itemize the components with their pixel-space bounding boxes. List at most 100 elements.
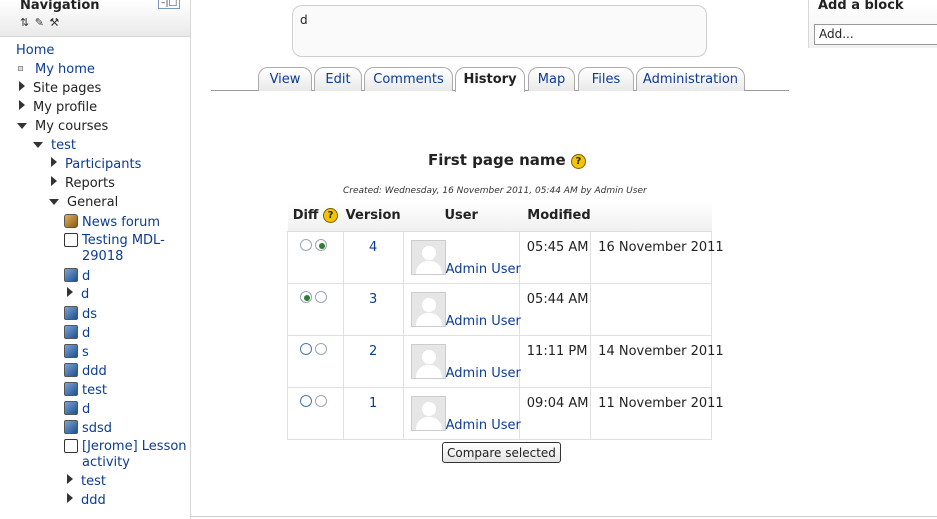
expand-arrow-icon[interactable]	[67, 493, 73, 503]
expand-arrow-icon[interactable]	[67, 287, 73, 297]
navigation-block: Navigation ⇅ ✎ ⚒ –|□ Home My home Site p…	[0, 0, 191, 519]
nav-home[interactable]: Home	[16, 43, 54, 60]
version-link[interactable]: 2	[344, 344, 403, 359]
nav-activity-sdsd[interactable]: sdsd	[64, 420, 112, 437]
activity-link[interactable]: Testing MDL-29018	[82, 233, 190, 265]
diff-from-radio[interactable]	[300, 342, 312, 355]
user-link[interactable]: Admin User	[446, 262, 521, 277]
expand-arrow-icon[interactable]	[51, 176, 57, 186]
nav-my-profile[interactable]: My profile	[19, 100, 97, 117]
user-link[interactable]: Admin User	[446, 366, 521, 381]
avatar[interactable]	[410, 291, 446, 327]
tab-files[interactable]: Files	[578, 67, 634, 91]
activity-link[interactable]: d	[82, 402, 90, 417]
tab-comments[interactable]: Comments	[364, 67, 453, 91]
nav-participants-link[interactable]: Participants	[65, 157, 141, 172]
nav-activity-ddd-expand[interactable]: ddd	[67, 493, 106, 510]
user-link[interactable]: Admin User	[446, 418, 521, 433]
diff-to-radio[interactable]	[315, 394, 327, 407]
nav-activity-d2[interactable]: d	[64, 325, 90, 342]
nav-course[interactable]: test	[33, 138, 76, 155]
nav-site-pages[interactable]: Site pages	[19, 81, 101, 98]
user-link[interactable]: Admin User	[446, 314, 521, 329]
activity-link[interactable]: sdsd	[82, 421, 112, 436]
nav-reports[interactable]: Reports	[51, 176, 115, 193]
history-header-row: Diff ? Version User Modified	[287, 200, 712, 232]
lesson-icon	[64, 233, 78, 247]
activity-link[interactable]: News forum	[82, 215, 160, 230]
tab-view[interactable]: View	[258, 67, 312, 91]
expand-arrow-icon[interactable]	[19, 100, 25, 110]
add-block-select[interactable]: Add...	[814, 24, 937, 45]
nav-home-link[interactable]: Home	[16, 43, 54, 58]
expand-arrow-icon[interactable]	[51, 157, 57, 167]
nav-activity-ddd[interactable]: ddd	[64, 363, 107, 380]
avatar[interactable]	[410, 239, 446, 275]
collapse-block-icon[interactable]: –|□	[158, 0, 180, 9]
activity-link[interactable]: ddd	[81, 493, 106, 508]
tab-history[interactable]: History	[455, 67, 525, 92]
version-link[interactable]: 4	[344, 240, 403, 255]
tab-map[interactable]: Map	[528, 67, 575, 91]
nav-activity-news-forum[interactable]: News forum	[64, 214, 160, 231]
date-cell	[590, 282, 712, 336]
avatar[interactable]	[410, 395, 446, 431]
nav-site-pages-label: Site pages	[33, 81, 102, 96]
collapse-arrow-icon[interactable]	[17, 123, 27, 129]
compare-selected-button[interactable]: Compare selected	[442, 442, 561, 463]
nav-activity-lesson[interactable]: [Jerome] Lesson activity	[64, 439, 190, 473]
activity-link[interactable]: s	[82, 345, 89, 360]
diff-from-radio[interactable]	[300, 290, 312, 303]
user-cell: Admin User	[402, 230, 521, 284]
nav-participants[interactable]: Participants	[51, 157, 141, 174]
tab-edit[interactable]: Edit	[314, 67, 362, 91]
activity-link[interactable]: ddd	[82, 364, 107, 379]
page-icon	[64, 268, 78, 282]
nav-my-home[interactable]: My home	[18, 62, 95, 79]
tab-administration[interactable]: Administration	[636, 67, 745, 91]
diff-cell	[287, 334, 344, 388]
nav-activity-test[interactable]: test	[64, 382, 107, 399]
version-link[interactable]: 1	[344, 396, 403, 411]
help-icon[interactable]: ?	[323, 207, 338, 223]
nav-activity-test-expand[interactable]: test	[67, 474, 106, 491]
diff-to-radio[interactable]	[315, 238, 327, 251]
diff-from-radio[interactable]	[300, 394, 312, 407]
time-text: 11:11 PM	[526, 343, 588, 359]
add-block-title: Add a block	[818, 0, 904, 13]
activity-link[interactable]: d	[82, 269, 90, 284]
expand-arrow-icon[interactable]	[67, 474, 73, 484]
diff-to-radio[interactable]	[315, 342, 327, 355]
version-cell: 1	[342, 386, 404, 440]
add-block-panel: Add a block Add...	[808, 0, 937, 48]
block-move-icons[interactable]: ⇅ ✎ ⚒	[20, 16, 60, 29]
activity-link[interactable]: test	[82, 383, 107, 398]
nav-course-link[interactable]: test	[51, 138, 76, 153]
activity-link[interactable]: test	[81, 474, 106, 489]
nav-general[interactable]: General	[49, 195, 118, 212]
nav-my-home-link[interactable]: My home	[35, 62, 95, 77]
collapse-arrow-icon[interactable]	[49, 199, 59, 205]
activity-link[interactable]: d	[81, 287, 89, 302]
column-diff-label: Diff	[292, 207, 319, 223]
nav-activity-d[interactable]: d	[64, 268, 90, 285]
nav-activity-ds[interactable]: ds	[64, 306, 97, 323]
activity-link[interactable]: ds	[82, 307, 97, 322]
nav-activity-testing[interactable]: Testing MDL-29018	[64, 233, 190, 267]
page-title-text: First page name	[428, 151, 566, 169]
page-icon	[64, 401, 78, 415]
collapse-arrow-icon[interactable]	[33, 142, 43, 148]
expand-arrow-icon[interactable]	[19, 81, 25, 91]
nav-my-courses[interactable]: My courses	[17, 119, 108, 136]
table-row: 4 Admin User 05:45 AM 16 November 2011	[287, 230, 724, 284]
nav-activity-d-expand[interactable]: d	[67, 287, 89, 304]
help-icon[interactable]: ?	[570, 154, 586, 169]
diff-to-radio[interactable]	[315, 290, 327, 303]
version-link[interactable]: 3	[344, 292, 403, 307]
activity-link[interactable]: d	[82, 326, 90, 341]
nav-activity-d3[interactable]: d	[64, 401, 90, 418]
nav-activity-s[interactable]: s	[64, 344, 89, 361]
avatar[interactable]	[410, 343, 446, 379]
diff-from-radio[interactable]	[300, 238, 312, 251]
activity-link[interactable]: [Jerome] Lesson activity	[82, 439, 190, 471]
